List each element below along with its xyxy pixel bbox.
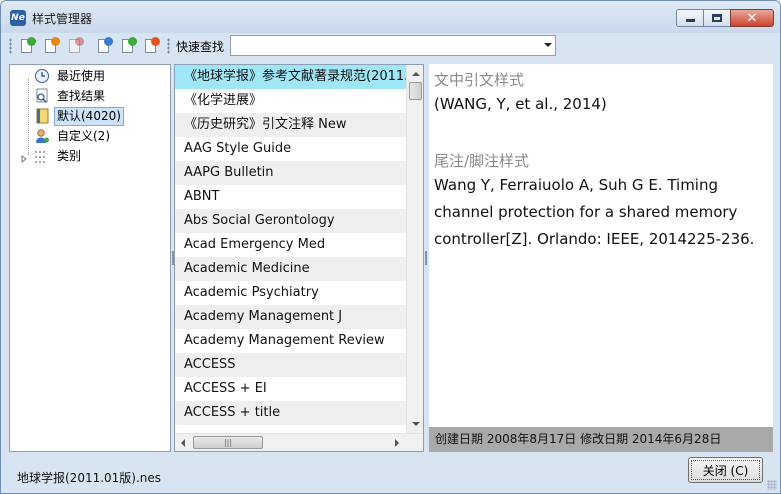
- quick-search-combobox[interactable]: [230, 35, 556, 56]
- toolbar-grip-2[interactable]: [167, 38, 170, 54]
- footnote-heading: 尾注/脚注样式: [434, 152, 530, 170]
- horizontal-scroll-thumb[interactable]: |||: [193, 436, 263, 449]
- user-icon: [34, 128, 50, 144]
- toolbar-grip[interactable]: [9, 38, 12, 54]
- style-list-item[interactable]: Academy Management Review: [175, 329, 407, 353]
- tree-item-search-results[interactable]: 查找结果: [34, 86, 108, 106]
- new-style-button[interactable]: [18, 37, 36, 55]
- import-style-button[interactable]: [42, 37, 60, 55]
- footnote-preview: Wang Y, Ferraiuolo A, Suh G E. Timing ch…: [434, 176, 755, 248]
- expand-icon[interactable]: [20, 152, 28, 163]
- style-list[interactable]: 《地球学报》参考文献著录规范(2011.01版)《化学进展》《历史研究》引文注释…: [175, 65, 407, 433]
- style-list-item[interactable]: AAPG Bulletin: [175, 161, 407, 185]
- vertical-scrollbar[interactable]: [406, 65, 423, 433]
- style-list-item[interactable]: Acad Emergency Med: [175, 233, 407, 257]
- resize-grip[interactable]: [767, 480, 777, 490]
- chevron-down-icon[interactable]: [544, 43, 552, 47]
- export-style-button[interactable]: [142, 37, 160, 55]
- category-tree: 最近使用 查找结果 默认(4020) 自定义(2) 类别: [9, 64, 171, 452]
- style-list-item[interactable]: Abs Social Gerontology: [175, 209, 407, 233]
- date-status: 创建日期 2008年8月17日 修改日期 2014年6月28日: [429, 427, 773, 452]
- maximize-icon: [712, 14, 722, 22]
- window-controls: ✕: [676, 9, 774, 27]
- edit-style-button[interactable]: [119, 37, 137, 55]
- style-list-item[interactable]: 《历史研究》引文注释 New: [175, 113, 407, 137]
- scroll-down-icon[interactable]: [412, 422, 420, 426]
- copy-style-button[interactable]: [95, 37, 113, 55]
- intext-preview: (WANG, Y, et al., 2014): [434, 95, 607, 113]
- style-list-item[interactable]: 《地球学报》参考文献著录规范(2011.01版): [175, 65, 407, 89]
- style-list-item[interactable]: ABNT: [175, 185, 407, 209]
- style-manager-window: Ne 样式管理器 ✕ 快速查找 最近使用 查找结果 默认(4020) 自定义(2…: [0, 0, 781, 494]
- minimize-icon: [685, 19, 695, 22]
- vertical-scroll-thumb[interactable]: [409, 82, 422, 100]
- style-list-item[interactable]: Academic Psychiatry: [175, 281, 407, 305]
- close-window-button[interactable]: ✕: [730, 9, 774, 27]
- horizontal-scrollbar[interactable]: |||: [175, 433, 423, 451]
- right-splitter[interactable]: [425, 251, 427, 265]
- intext-heading: 文中引文样式: [434, 71, 525, 89]
- tree-item-label: 默认(4020): [54, 106, 124, 126]
- tree-item-label: 最近使用: [57, 68, 106, 83]
- preview-pane: 文中引文样式 (WANG, Y, et al., 2014) 尾注/脚注样式 W…: [429, 64, 773, 452]
- style-list-item[interactable]: Academic Medicine: [175, 257, 407, 281]
- style-list-item[interactable]: ACCESS: [175, 353, 407, 377]
- minimize-button[interactable]: [676, 9, 704, 27]
- search-doc-icon: [34, 88, 50, 104]
- window-title: 样式管理器: [32, 12, 93, 26]
- style-list-item[interactable]: ACCESS + EI: [175, 377, 407, 401]
- close-button[interactable]: 关闭 (C): [688, 457, 763, 483]
- quick-search-input[interactable]: [231, 36, 531, 55]
- tree-item-recent[interactable]: 最近使用: [34, 66, 108, 86]
- scroll-up-icon[interactable]: [412, 72, 420, 76]
- tree-item-default[interactable]: 默认(4020): [34, 106, 124, 126]
- tree-item-label: 自定义(2): [57, 128, 110, 143]
- title-bar[interactable]: Ne 样式管理器 ✕: [1, 1, 780, 33]
- maximize-button[interactable]: [703, 9, 731, 27]
- style-list-item[interactable]: 《化学进展》: [175, 89, 407, 113]
- category-icon: [34, 148, 50, 164]
- style-list-item[interactable]: AAG Style Guide: [175, 137, 407, 161]
- style-list-item[interactable]: ACCESS + title: [175, 401, 407, 425]
- tree-item-label: 类别: [57, 148, 82, 163]
- delete-style-button[interactable]: [66, 37, 84, 55]
- tree-item-category[interactable]: 类别: [20, 146, 84, 166]
- close-button-label: 关闭 (C): [691, 460, 760, 480]
- scroll-right-icon[interactable]: [395, 439, 399, 447]
- app-icon: Ne: [10, 10, 26, 26]
- style-list-item[interactable]: Academy Management J: [175, 305, 407, 329]
- quick-search-label: 快速查找: [176, 40, 225, 54]
- tree-item-label: 查找结果: [57, 88, 106, 103]
- book-icon: [34, 108, 50, 124]
- scroll-left-icon[interactable]: [181, 439, 185, 447]
- close-icon: ✕: [746, 10, 758, 26]
- clock-icon: [34, 68, 50, 84]
- file-name: 地球学报(2011.01版).nes: [17, 471, 162, 485]
- style-list-pane: 《地球学报》参考文献著录规范(2011.01版)《化学进展》《历史研究》引文注释…: [174, 64, 424, 452]
- tree-item-custom[interactable]: 自定义(2): [34, 126, 113, 146]
